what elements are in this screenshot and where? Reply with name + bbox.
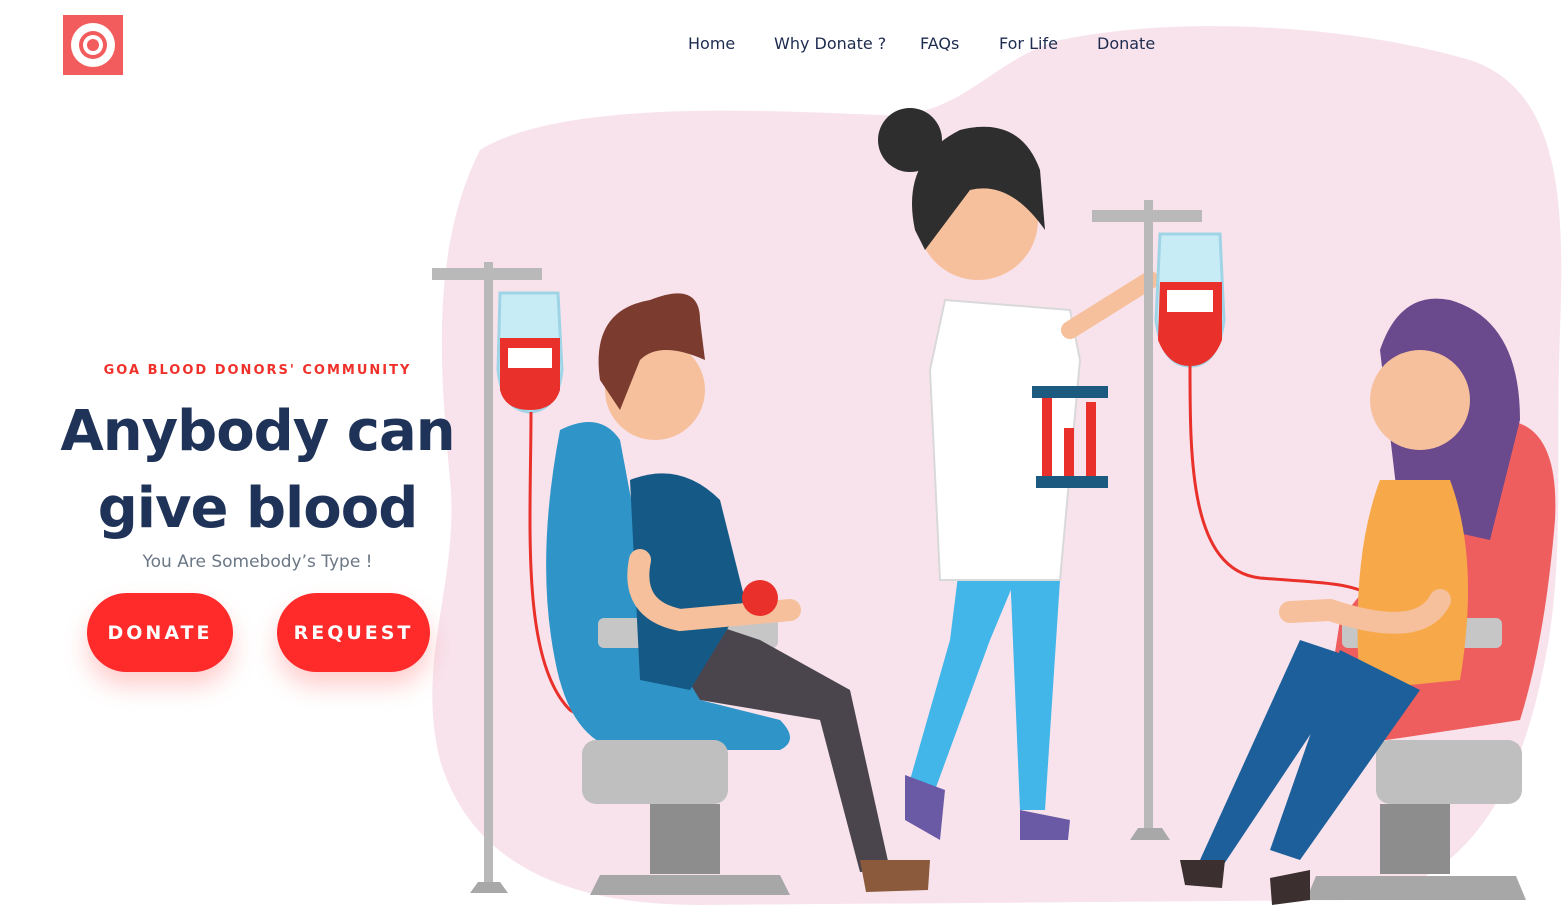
hero-headline: Anybody can give blood: [0, 393, 515, 547]
nav-donate[interactable]: Donate: [1097, 34, 1155, 53]
nav-why-donate[interactable]: Why Donate ?: [774, 34, 886, 53]
nav-for-life[interactable]: For Life: [999, 34, 1058, 53]
headline-line-1: Anybody can: [60, 399, 455, 464]
request-button[interactable]: REQUEST: [277, 593, 430, 672]
community-label: GOA BLOOD DONORS' COMMUNITY: [103, 363, 412, 378]
nav-faqs[interactable]: FAQs: [920, 34, 959, 53]
nav-home[interactable]: Home: [688, 34, 735, 53]
headline-line-2: give blood: [97, 476, 419, 541]
donate-button[interactable]: DONATE: [87, 593, 233, 672]
hero-tagline: You Are Somebody’s Type !: [142, 552, 373, 572]
hero-section: GOA BLOOD DONORS' COMMUNITY Anybody can …: [0, 0, 515, 917]
